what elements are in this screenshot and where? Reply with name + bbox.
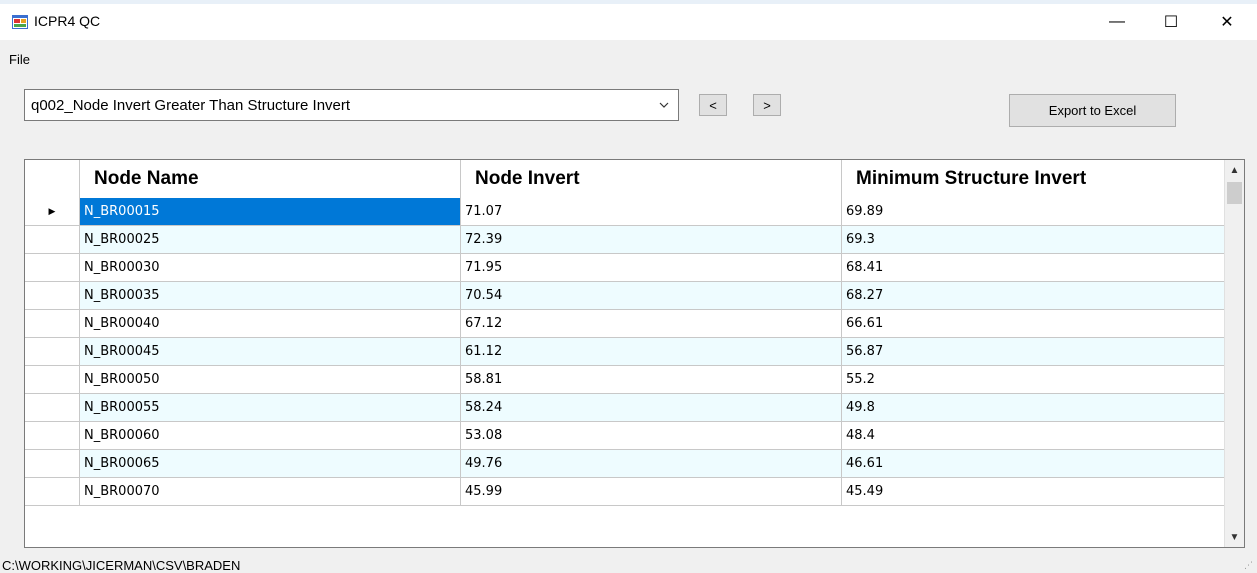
- table-row[interactable]: N_BR00070 45.99 45.49: [25, 478, 1224, 506]
- menu-bar: File: [0, 50, 1257, 70]
- scrollbar-thumb[interactable]: [1227, 182, 1242, 204]
- export-to-excel-button[interactable]: Export to Excel: [1009, 94, 1176, 127]
- close-button[interactable]: ✕: [1204, 4, 1250, 40]
- grid-body: ▶ N_BR00015 71.07 69.89 N_BR00025 72.39 69.3 N_…: [25, 198, 1224, 506]
- row-header-cell[interactable]: [25, 422, 80, 449]
- node-invert-cell[interactable]: 71.95: [461, 254, 842, 281]
- min-structure-invert-cell[interactable]: 55.2: [842, 366, 1224, 393]
- table-row[interactable]: N_BR00065 49.76 46.61: [25, 450, 1224, 478]
- resize-grip-icon[interactable]: ⋰: [1244, 560, 1253, 571]
- node-name-cell[interactable]: N_BR00040: [80, 310, 461, 337]
- min-structure-invert-cell[interactable]: 46.61: [842, 450, 1224, 477]
- node-name-cell[interactable]: N_BR00045: [80, 338, 461, 365]
- node-invert-cell[interactable]: 71.07: [461, 198, 842, 225]
- node-invert-cell[interactable]: 61.12: [461, 338, 842, 365]
- node-invert-cell[interactable]: 70.54: [461, 282, 842, 309]
- table-row[interactable]: N_BR00055 58.24 49.8: [25, 394, 1224, 422]
- node-name-cell[interactable]: N_BR00035: [80, 282, 461, 309]
- row-header-cell[interactable]: [25, 366, 80, 393]
- chevron-down-icon[interactable]: [656, 94, 672, 116]
- min-structure-invert-cell[interactable]: 69.89: [842, 198, 1224, 225]
- min-structure-invert-cell[interactable]: 56.87: [842, 338, 1224, 365]
- row-header-cell[interactable]: [25, 282, 80, 309]
- node-name-cell[interactable]: N_BR00070: [80, 478, 461, 505]
- app-window: ICPR4 QC — ☐ ✕ File q002_Node Invert Gre…: [0, 4, 1257, 573]
- table-row[interactable]: N_BR00060 53.08 48.4: [25, 422, 1224, 450]
- table-row[interactable]: N_BR00030 71.95 68.41: [25, 254, 1224, 282]
- table-row[interactable]: ▶ N_BR00015 71.07 69.89: [25, 198, 1224, 226]
- table-row[interactable]: N_BR00050 58.81 55.2: [25, 366, 1224, 394]
- node-name-cell[interactable]: N_BR00025: [80, 226, 461, 253]
- node-invert-cell[interactable]: 58.81: [461, 366, 842, 393]
- node-name-cell[interactable]: N_BR00030: [80, 254, 461, 281]
- table-row[interactable]: N_BR00035 70.54 68.27: [25, 282, 1224, 310]
- app-window-icon: [12, 15, 28, 29]
- vertical-scrollbar[interactable]: ▲ ▼: [1224, 160, 1244, 547]
- query-select-value: q002_Node Invert Greater Than Structure …: [31, 97, 351, 114]
- node-invert-cell[interactable]: 72.39: [461, 226, 842, 253]
- row-header-cell[interactable]: [25, 310, 80, 337]
- status-path: C:\WORKING\JICERMAN\CSV\BRADEN: [2, 558, 241, 573]
- grid-header: Node Name Node Invert Minimum Structure …: [25, 160, 1224, 199]
- min-structure-invert-cell[interactable]: 48.4: [842, 422, 1224, 449]
- row-header-cell[interactable]: [25, 450, 80, 477]
- row-header-corner[interactable]: [25, 160, 80, 198]
- query-select[interactable]: q002_Node Invert Greater Than Structure …: [24, 89, 679, 121]
- row-header-cell[interactable]: [25, 478, 80, 505]
- row-header-cell[interactable]: [25, 226, 80, 253]
- results-grid[interactable]: Node Name Node Invert Minimum Structure …: [24, 159, 1245, 548]
- node-name-cell[interactable]: N_BR00015: [80, 198, 461, 225]
- status-bar: C:\WORKING\JICERMAN\CSV\BRADEN ⋰: [0, 555, 1257, 573]
- title-bar[interactable]: ICPR4 QC — ☐ ✕: [0, 4, 1257, 40]
- min-structure-invert-cell[interactable]: 49.8: [842, 394, 1224, 421]
- column-header-node-invert[interactable]: Node Invert: [461, 160, 842, 198]
- min-structure-invert-cell[interactable]: 45.49: [842, 478, 1224, 505]
- row-header-cell[interactable]: ▶: [25, 198, 80, 225]
- min-structure-invert-cell[interactable]: 69.3: [842, 226, 1224, 253]
- node-invert-cell[interactable]: 53.08: [461, 422, 842, 449]
- node-invert-cell[interactable]: 58.24: [461, 394, 842, 421]
- column-header-node-name[interactable]: Node Name: [80, 160, 461, 198]
- node-name-cell[interactable]: N_BR00055: [80, 394, 461, 421]
- row-header-cell[interactable]: [25, 254, 80, 281]
- node-name-cell[interactable]: N_BR00050: [80, 366, 461, 393]
- table-row[interactable]: N_BR00025 72.39 69.3: [25, 226, 1224, 254]
- previous-query-button[interactable]: <: [699, 94, 727, 116]
- next-query-button[interactable]: >: [753, 94, 781, 116]
- table-row[interactable]: N_BR00045 61.12 56.87: [25, 338, 1224, 366]
- scroll-down-arrow-icon[interactable]: ▼: [1225, 527, 1244, 547]
- node-invert-cell[interactable]: 45.99: [461, 478, 842, 505]
- column-header-min-structure-invert[interactable]: Minimum Structure Invert: [842, 160, 1224, 198]
- table-row[interactable]: N_BR00040 67.12 66.61: [25, 310, 1224, 338]
- node-name-cell[interactable]: N_BR00060: [80, 422, 461, 449]
- node-invert-cell[interactable]: 67.12: [461, 310, 842, 337]
- min-structure-invert-cell[interactable]: 68.41: [842, 254, 1224, 281]
- row-header-cell[interactable]: [25, 394, 80, 421]
- window-title: ICPR4 QC: [34, 13, 101, 29]
- scroll-up-arrow-icon[interactable]: ▲: [1225, 160, 1244, 180]
- node-name-cell[interactable]: N_BR00065: [80, 450, 461, 477]
- minimize-button[interactable]: —: [1094, 4, 1140, 40]
- min-structure-invert-cell[interactable]: 68.27: [842, 282, 1224, 309]
- min-structure-invert-cell[interactable]: 66.61: [842, 310, 1224, 337]
- row-header-cell[interactable]: [25, 338, 80, 365]
- menu-file[interactable]: File: [9, 52, 30, 67]
- node-invert-cell[interactable]: 49.76: [461, 450, 842, 477]
- maximize-button[interactable]: ☐: [1148, 4, 1194, 40]
